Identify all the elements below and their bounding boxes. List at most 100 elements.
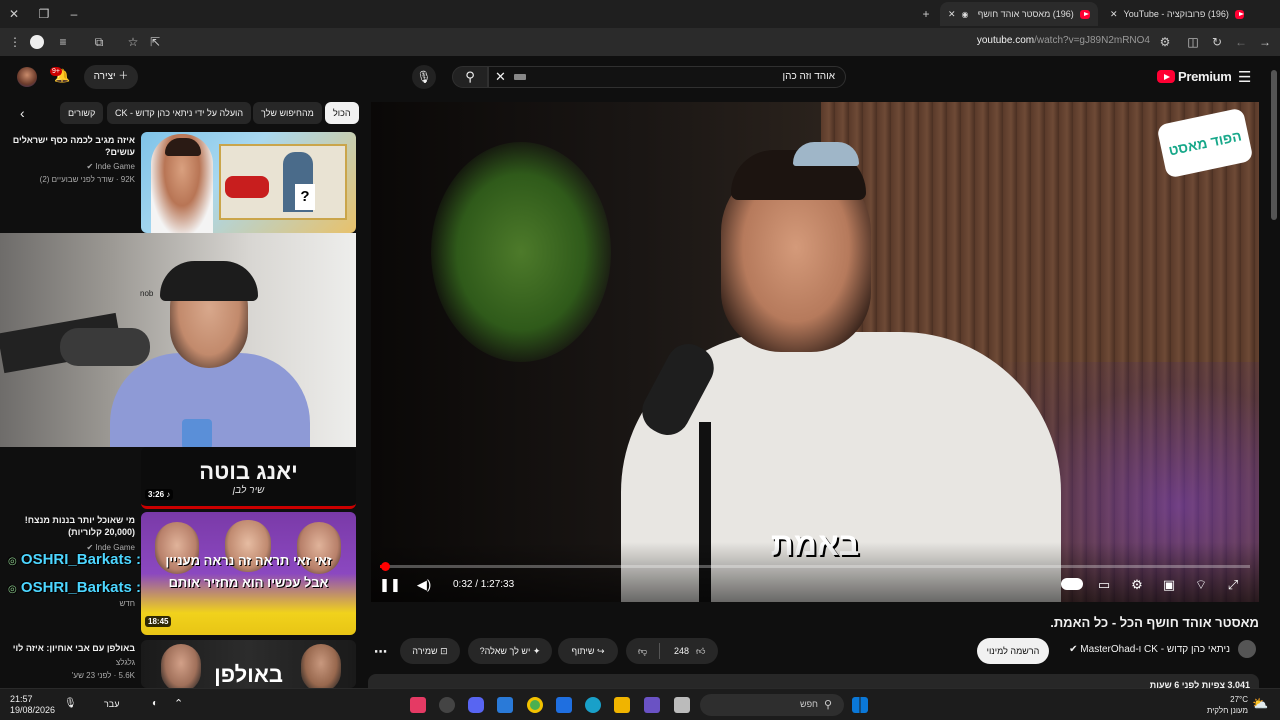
tray-chevron-icon[interactable]: ⌃ xyxy=(174,697,183,710)
chip-from-search[interactable]: מהחיפוש שלך xyxy=(253,102,322,124)
windows-start-icon[interactable] xyxy=(852,697,868,713)
discord-app-icon[interactable] xyxy=(468,697,484,713)
miniplayer-icon[interactable]: ▣ xyxy=(1158,577,1180,593)
like-count[interactable]: 248 xyxy=(674,638,689,664)
chat-message: ◎ OSHRI_Barkats : xyxy=(8,551,141,568)
chevron-left-icon[interactable]: ‹ xyxy=(20,105,25,121)
video-thumbnail[interactable]: זאי זאי תראה זה נראה מעניין אבל עכשיו הו… xyxy=(141,512,356,635)
notification-badge: 9+ xyxy=(50,67,62,76)
tab-current-video[interactable]: (196) מאסטר אוהד חושף הכ... ◉ ✕ xyxy=(940,2,1098,26)
rec-channel[interactable]: Inde Game ✔ xyxy=(5,161,135,172)
divider xyxy=(659,643,660,659)
search-icon: ⚲ xyxy=(824,699,833,711)
speaker-icon: ◉ xyxy=(961,9,969,19)
rec-channel[interactable]: גלגלצ xyxy=(5,657,135,668)
clear-search-icon[interactable]: ✕ xyxy=(495,69,506,85)
close-tab-icon[interactable]: ✕ xyxy=(1110,9,1118,20)
rec-title[interactable]: באולפן עם אבי אוחיון: איזה לוי xyxy=(5,642,135,654)
voice-search-button[interactable]: 🎙 xyxy=(412,65,436,89)
clock[interactable]: 21:57 19/08/2026 xyxy=(10,694,55,716)
photos-app-icon[interactable] xyxy=(497,697,513,713)
edge-app-icon[interactable] xyxy=(585,697,601,713)
channel-name[interactable]: ניתאי כהן קדוש - CK ו-MasterOhad ✔ xyxy=(1069,644,1230,655)
chip-related[interactable]: קשורים xyxy=(60,102,104,124)
tiktok-app-icon[interactable] xyxy=(410,697,426,713)
cup xyxy=(182,419,212,447)
store-app-icon[interactable] xyxy=(556,697,572,713)
fullscreen-icon[interactable]: ⤢ xyxy=(1222,577,1244,593)
video-thumbnail[interactable]: באולפן xyxy=(141,640,356,688)
page-scrollbar[interactable] xyxy=(1271,60,1277,688)
subscribe-button[interactable]: הרשמה למינוי xyxy=(977,638,1049,664)
more-actions-icon[interactable]: ⋯ xyxy=(374,644,387,660)
keyboard-icon[interactable] xyxy=(514,74,526,80)
hamburger-menu-icon[interactable]: ☰ xyxy=(1238,68,1251,86)
rec-title[interactable]: מי שאוכל יותר בננות מנצח! (20,000 קלוריו… xyxy=(5,514,135,538)
network-icon[interactable]: ◐ xyxy=(152,698,158,709)
chip-uploaded-by[interactable]: הועלה על ידי ניתאי כהן קדוש - CK xyxy=(107,102,252,124)
search-input[interactable]: ✕ אוהד וזה כהן xyxy=(488,66,846,88)
reading-list-icon[interactable]: ≡ xyxy=(54,34,72,50)
url-field[interactable]: youtube.com/watch?v=gJ89N2mRNO4 xyxy=(960,35,1150,46)
settings-gear-icon[interactable]: ⚙ xyxy=(1126,577,1148,593)
cast-icon[interactable]: ⌔ xyxy=(1190,577,1212,593)
progress-scrubber[interactable] xyxy=(381,562,391,571)
site-settings-icon[interactable]: ⚙ xyxy=(1156,34,1174,50)
pause-icon[interactable]: ❚❚ xyxy=(379,577,401,593)
youtube-premium-logo[interactable]: Premium xyxy=(1157,69,1232,84)
share-icon: ↪ xyxy=(596,646,605,656)
duration-badge: 3:26 ♪ xyxy=(145,489,174,500)
extensions-icon[interactable]: ⧉ xyxy=(90,34,108,50)
thumbnail-car xyxy=(225,176,269,198)
video-thumbnail[interactable]: ? xyxy=(141,132,356,233)
chrome-app-icon[interactable] xyxy=(527,697,543,713)
rec-meta: 92K · שודר לפני שבועיים (2) xyxy=(39,175,135,184)
close-tab-icon[interactable]: ✕ xyxy=(948,9,956,20)
youtube-favicon-icon xyxy=(1234,9,1244,19)
file-explorer-icon[interactable] xyxy=(614,697,630,713)
thumbnail-frame: ? xyxy=(219,144,347,220)
menu-dots-icon[interactable]: ⋮ xyxy=(6,34,24,50)
minimize-window-icon[interactable]: – xyxy=(66,6,82,22)
weather-widget[interactable]: 27°C מעונן חלקית xyxy=(1194,694,1248,716)
like-icon[interactable]: 👍︎ xyxy=(696,638,705,664)
task-view-icon[interactable] xyxy=(674,697,690,713)
back-icon[interactable]: → xyxy=(1256,34,1274,50)
dislike-icon[interactable]: 👎︎ xyxy=(638,638,647,664)
bookmark-star-icon[interactable]: ☆ xyxy=(124,34,142,50)
avatar[interactable] xyxy=(17,67,37,87)
rec-title[interactable]: איזה מגיב לכמה כסף ישראלים עושים? xyxy=(5,134,135,158)
video-player[interactable]: הפוד מאסט באמת xyxy=(371,102,1259,602)
close-window-icon[interactable]: ✕ xyxy=(6,6,22,22)
reload-icon[interactable]: ↻ xyxy=(1208,34,1226,50)
microphone-tray-icon[interactable]: 🎙 xyxy=(64,698,77,709)
share-button[interactable]: ↪ שיתוף xyxy=(558,638,618,664)
scroll-thumb[interactable] xyxy=(1271,70,1277,220)
taskbar-search[interactable]: ⚲ xyxy=(700,694,844,716)
install-app-icon[interactable]: ⇱ xyxy=(146,34,164,50)
new-tab-icon[interactable]: + xyxy=(918,6,934,22)
share-label: שיתוף xyxy=(571,646,595,656)
chat-badge-icon: ◎ xyxy=(8,556,17,567)
search-button[interactable]: ⚲ xyxy=(452,66,488,88)
teams-app-icon[interactable] xyxy=(644,697,660,713)
weather-icon[interactable]: ⛅ xyxy=(1252,696,1268,712)
volume-icon[interactable]: ◀) xyxy=(413,577,435,593)
language-indicator[interactable]: עבר xyxy=(104,699,119,709)
video-thumbnail[interactable]: יאנג בוטה שיר לבן 3:26 ♪ xyxy=(141,447,356,509)
chip-all[interactable]: הכול xyxy=(325,102,359,124)
autoplay-toggle[interactable] xyxy=(1061,578,1083,590)
tab-provokatsia[interactable]: (196) פרובוקציה - YouTube ✕ xyxy=(1102,2,1252,26)
subtitles-icon[interactable]: ▭ xyxy=(1093,577,1115,593)
save-button[interactable]: ⊡ שמירה xyxy=(400,638,460,664)
restore-window-icon[interactable]: ❐ xyxy=(36,6,52,22)
progress-bar[interactable] xyxy=(380,562,1250,571)
profile-icon[interactable] xyxy=(30,35,44,49)
split-view-icon[interactable]: ◫ xyxy=(1184,34,1202,50)
logo-text: Premium xyxy=(1178,69,1232,84)
create-button[interactable]: ＋ יצירה xyxy=(84,65,138,89)
channel-avatar[interactable] xyxy=(1238,640,1256,658)
ask-button[interactable]: ✦ יש לך שאלה? xyxy=(468,638,552,664)
obs-app-icon[interactable] xyxy=(439,697,455,713)
forward-icon[interactable]: ← xyxy=(1232,34,1250,50)
